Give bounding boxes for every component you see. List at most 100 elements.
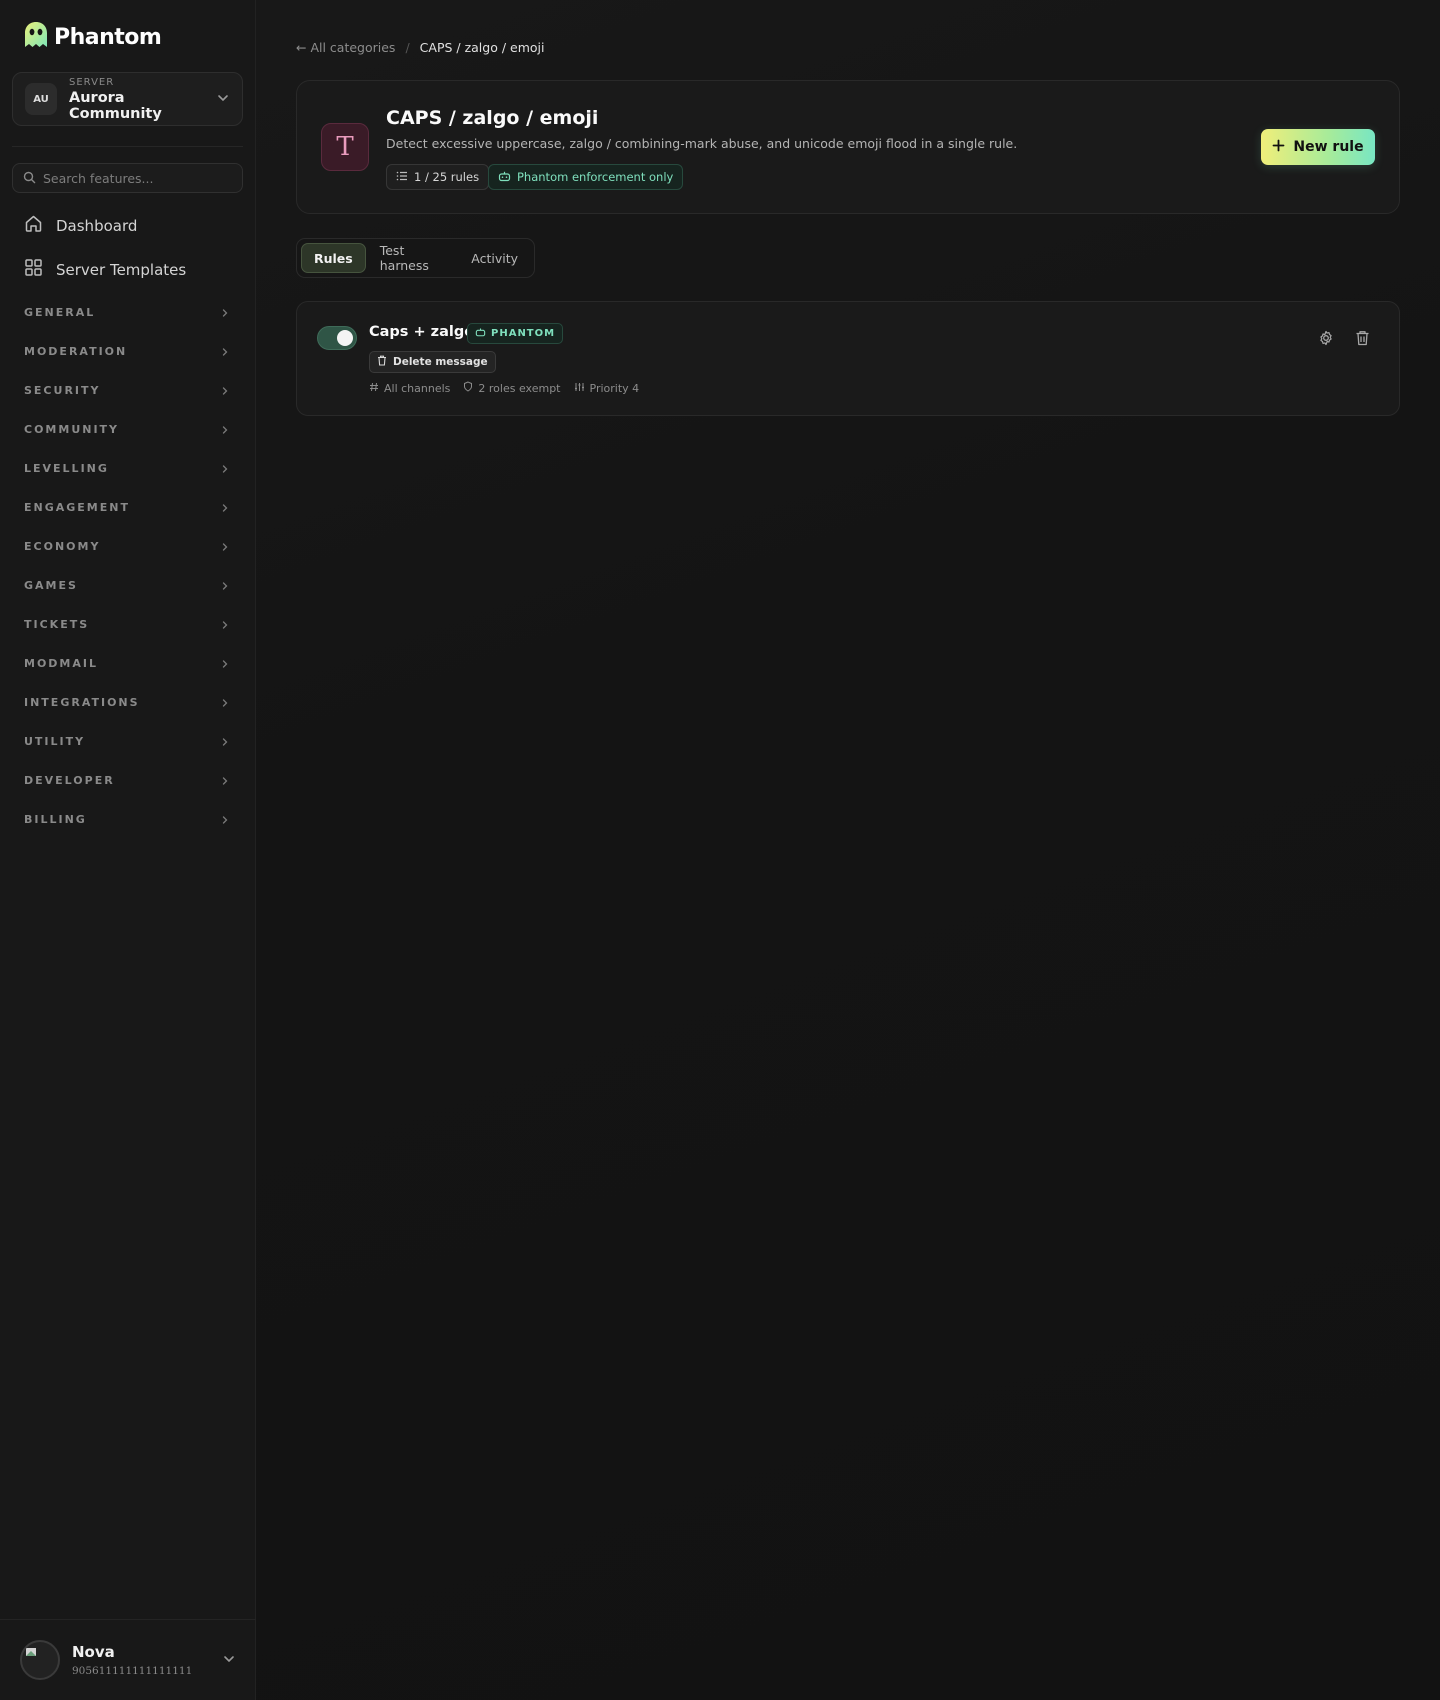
enforcement-label: Phantom enforcement only bbox=[517, 170, 674, 184]
server-switcher[interactable]: AU SERVER Aurora Community bbox=[12, 72, 243, 126]
chevron-right-icon bbox=[220, 381, 230, 400]
sidebar-section-label: DEVELOPER bbox=[24, 773, 115, 787]
sidebar-section-label: GAMES bbox=[24, 578, 78, 592]
sidebar-section-label: UTILITY bbox=[24, 734, 86, 748]
chevron-right-icon bbox=[220, 654, 230, 673]
chevron-right-icon bbox=[220, 420, 230, 439]
chevron-down-icon bbox=[222, 1651, 236, 1670]
chevron-right-icon bbox=[220, 693, 230, 712]
phantom-badge: PHANTOM bbox=[467, 323, 564, 344]
list-icon bbox=[396, 170, 408, 185]
rule-channels-label: All channels bbox=[384, 381, 451, 395]
sidebar-section-billing[interactable]: BILLING bbox=[24, 809, 230, 829]
sidebar-section-label: MODMAIL bbox=[24, 656, 98, 670]
search-input[interactable] bbox=[43, 170, 223, 186]
rule-action-chip: Delete message bbox=[369, 351, 496, 373]
sidebar-section-developer[interactable]: DEVELOPER bbox=[24, 770, 230, 790]
sidebar-section-label: MODERATION bbox=[24, 344, 128, 358]
server-caption: SERVER bbox=[69, 76, 115, 88]
trash-icon bbox=[377, 355, 387, 369]
breadcrumb-back-link[interactable]: ← All categories bbox=[296, 40, 395, 55]
rule-channels: All channels bbox=[369, 381, 450, 395]
sidebar-section-engagement[interactable]: ENGAGEMENT bbox=[24, 497, 230, 517]
rule-card: Caps + zalgo PHANTOM Delete message All … bbox=[296, 301, 1400, 416]
avatar bbox=[20, 1640, 60, 1680]
rule-actions bbox=[1317, 329, 1371, 347]
sidebar-section-moderation[interactable]: MODERATION bbox=[24, 341, 230, 361]
tab-bar: Rules Test harness Activity bbox=[296, 238, 535, 278]
hash-icon bbox=[369, 382, 379, 395]
sidebar-section-security[interactable]: SECURITY bbox=[24, 380, 230, 400]
sidebar-section-label: LEVELLING bbox=[24, 461, 109, 475]
sidebar-section-label: ENGAGEMENT bbox=[24, 500, 130, 514]
home-icon bbox=[24, 214, 43, 237]
search-icon bbox=[23, 169, 36, 188]
breadcrumb-separator: / bbox=[405, 40, 410, 55]
rule-action-label: Delete message bbox=[393, 356, 488, 368]
rule-priority: Priority 4 bbox=[574, 381, 640, 395]
rule-exempt: 2 roles exempt bbox=[463, 381, 561, 395]
rule-priority-label: Priority 4 bbox=[589, 381, 640, 395]
sidebar-section-utility[interactable]: UTILITY bbox=[24, 731, 230, 751]
breadcrumb-current: CAPS / zalgo / emoji bbox=[419, 40, 545, 55]
server-name: Aurora Community bbox=[69, 89, 162, 122]
ghost-icon bbox=[22, 20, 50, 54]
rule-meta: All channels 2 roles exempt Priority 4 bbox=[369, 381, 639, 395]
user-name: Nova bbox=[72, 1643, 115, 1661]
sidebar-section-label: TICKETS bbox=[24, 617, 90, 631]
tab-activity[interactable]: Activity bbox=[459, 243, 530, 273]
user-menu[interactable]: Nova 905611111111111111 bbox=[0, 1619, 256, 1700]
nav-server-templates[interactable]: Server Templates bbox=[24, 258, 186, 281]
brand-logo[interactable]: Phantom bbox=[22, 20, 162, 54]
sidebar-section-community[interactable]: COMMUNITY bbox=[24, 419, 230, 439]
category-icon: T bbox=[321, 123, 369, 171]
tab-test-harness[interactable]: Test harness bbox=[368, 243, 458, 273]
chevron-right-icon bbox=[220, 459, 230, 478]
bot-icon bbox=[475, 327, 486, 340]
page-title: CAPS / zalgo / emoji bbox=[386, 107, 599, 129]
plus-icon bbox=[1272, 139, 1285, 156]
breadcrumb: ← All categories / CAPS / zalgo / emoji bbox=[296, 40, 544, 55]
sidebar-section-integrations[interactable]: INTEGRATIONS bbox=[24, 692, 230, 712]
sidebar-section-general[interactable]: GENERAL bbox=[24, 302, 230, 322]
sidebar-section-economy[interactable]: ECONOMY bbox=[24, 536, 230, 556]
sidebar-divider bbox=[12, 146, 243, 147]
nav-templates-label: Server Templates bbox=[56, 260, 187, 279]
sidebar-section-levelling[interactable]: LEVELLING bbox=[24, 458, 230, 478]
sidebar-section-modmail[interactable]: MODMAIL bbox=[24, 653, 230, 673]
chevron-right-icon bbox=[220, 498, 230, 517]
brand-name: Phantom bbox=[54, 24, 162, 50]
sidebar-section-games[interactable]: GAMES bbox=[24, 575, 230, 595]
shield-icon bbox=[463, 381, 473, 395]
toggle-knob bbox=[337, 330, 353, 346]
new-rule-button[interactable]: New rule bbox=[1261, 129, 1375, 165]
sidebar-section-label: ECONOMY bbox=[24, 539, 101, 553]
sidebar-section-label: BILLING bbox=[24, 812, 87, 826]
trash-icon[interactable] bbox=[1353, 329, 1371, 347]
user-id: 905611111111111111 bbox=[72, 1665, 193, 1677]
tab-rules[interactable]: Rules bbox=[301, 243, 366, 273]
rule-name: Caps + zalgo bbox=[369, 324, 475, 340]
sidebar-section-label: GENERAL bbox=[24, 305, 96, 319]
sidebar: Phantom AU SERVER Aurora Community Dashb… bbox=[0, 0, 256, 1700]
main-content: ← All categories / CAPS / zalgo / emoji … bbox=[256, 0, 1440, 1700]
chevron-right-icon bbox=[220, 576, 230, 595]
sidebar-section-label: COMMUNITY bbox=[24, 422, 120, 436]
rule-enabled-toggle[interactable] bbox=[317, 326, 357, 350]
grid-icon bbox=[24, 258, 43, 281]
server-avatar: AU bbox=[25, 83, 57, 115]
gear-icon[interactable] bbox=[1317, 329, 1335, 347]
chevron-right-icon bbox=[220, 810, 230, 829]
chevron-right-icon bbox=[220, 537, 230, 556]
chevron-down-icon bbox=[216, 90, 230, 109]
chevron-right-icon bbox=[220, 732, 230, 751]
nav-dashboard[interactable]: Dashboard bbox=[24, 214, 137, 237]
category-description: Detect excessive uppercase, zalgo / comb… bbox=[386, 136, 1018, 151]
sidebar-section-tickets[interactable]: TICKETS bbox=[24, 614, 230, 634]
chevron-right-icon bbox=[220, 615, 230, 634]
search-field[interactable] bbox=[12, 163, 243, 193]
new-rule-label: New rule bbox=[1293, 139, 1364, 155]
sidebar-section-label: INTEGRATIONS bbox=[24, 695, 140, 709]
chevron-right-icon bbox=[220, 771, 230, 790]
phantom-badge-label: PHANTOM bbox=[491, 328, 556, 339]
